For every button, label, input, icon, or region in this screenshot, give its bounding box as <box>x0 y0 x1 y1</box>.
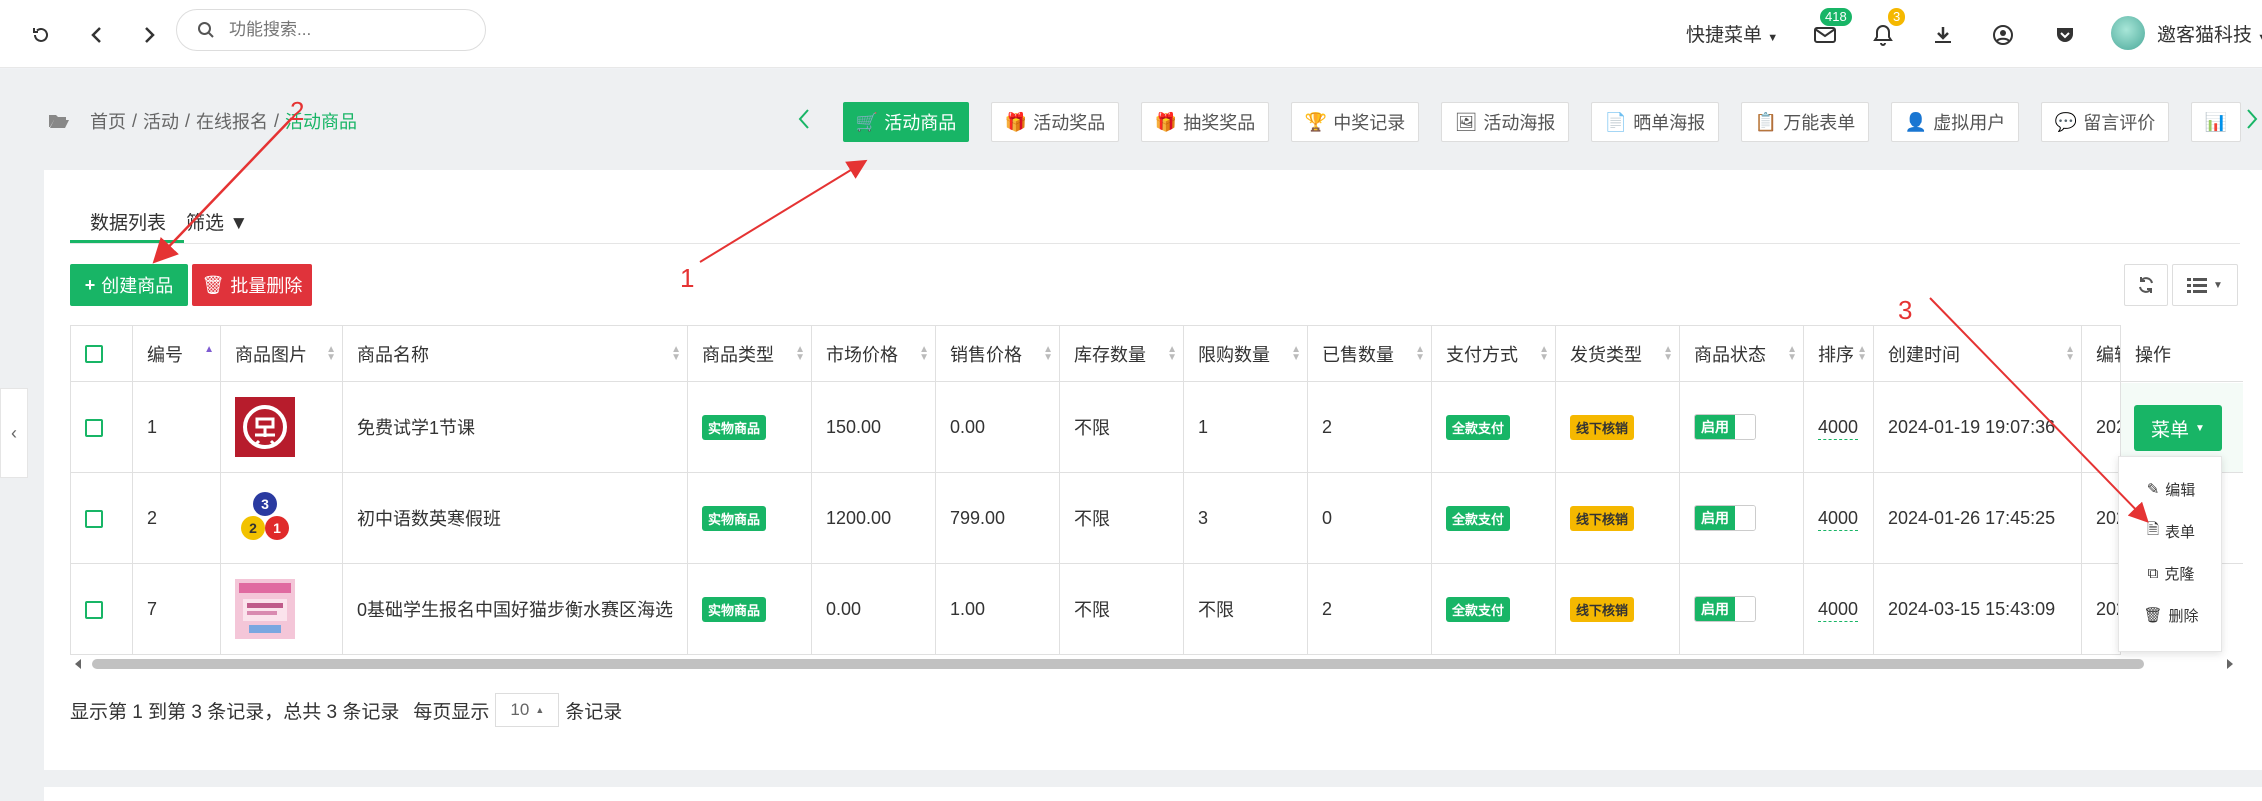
annotation-label: 3 <box>1898 295 1913 325</box>
annotation-arrow <box>1929 297 2149 523</box>
annotation-overlay <box>152 117 2149 523</box>
annotation-arrow <box>699 159 868 263</box>
annotation-label: 2 <box>290 96 305 126</box>
annotation-label: 1 <box>680 263 695 293</box>
annotation-arrow <box>152 117 293 264</box>
